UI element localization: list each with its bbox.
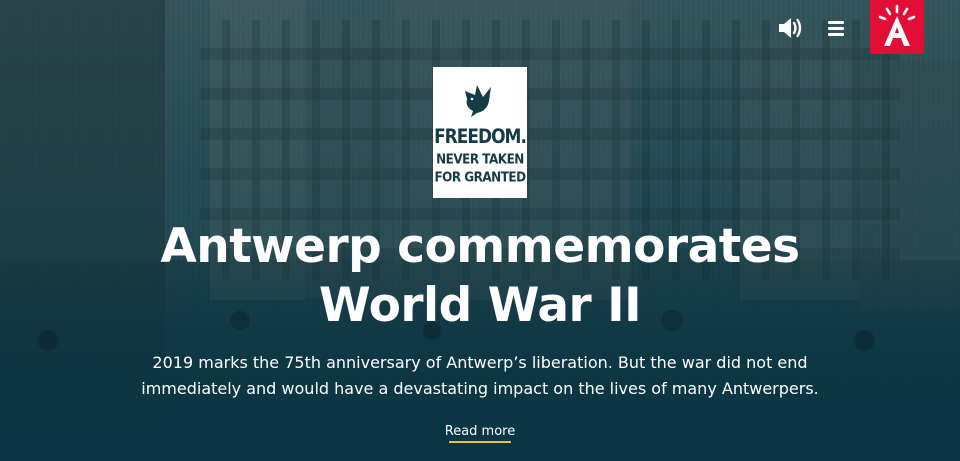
page-title-line-2: World War II: [318, 278, 642, 333]
page-title: Antwerp commemorates World War II: [100, 217, 860, 335]
read-more-label: Read more: [444, 424, 516, 439]
page-title-line-1: Antwerp commemorates: [160, 219, 800, 274]
intro-text-line-1: 2019 marks the 75th anniversary of Antwe…: [152, 353, 808, 372]
speaker-volume-icon: [779, 18, 802, 38]
menu-button[interactable]: [824, 16, 848, 40]
badge-line-3: FOR GRANTED: [434, 169, 526, 185]
intro-text: 2019 marks the 75th anniversary of Antwe…: [140, 350, 820, 402]
badge-line-2: NEVER TAKEN: [436, 151, 524, 167]
sound-toggle-button[interactable]: [776, 14, 806, 42]
intro-text-line-2: immediately and would have a devastating…: [141, 379, 819, 398]
badge-line-1: FREEDOM.: [434, 125, 527, 149]
antwerp-a-logo: [878, 4, 916, 46]
read-more-underline: [449, 441, 511, 443]
read-more-link[interactable]: Read more: [440, 424, 520, 443]
freedom-campaign-badge: FREEDOM. NEVER TAKEN FOR GRANTED: [433, 67, 527, 198]
antwerp-logo-link[interactable]: [870, 0, 924, 54]
dove-icon: [465, 85, 491, 117]
